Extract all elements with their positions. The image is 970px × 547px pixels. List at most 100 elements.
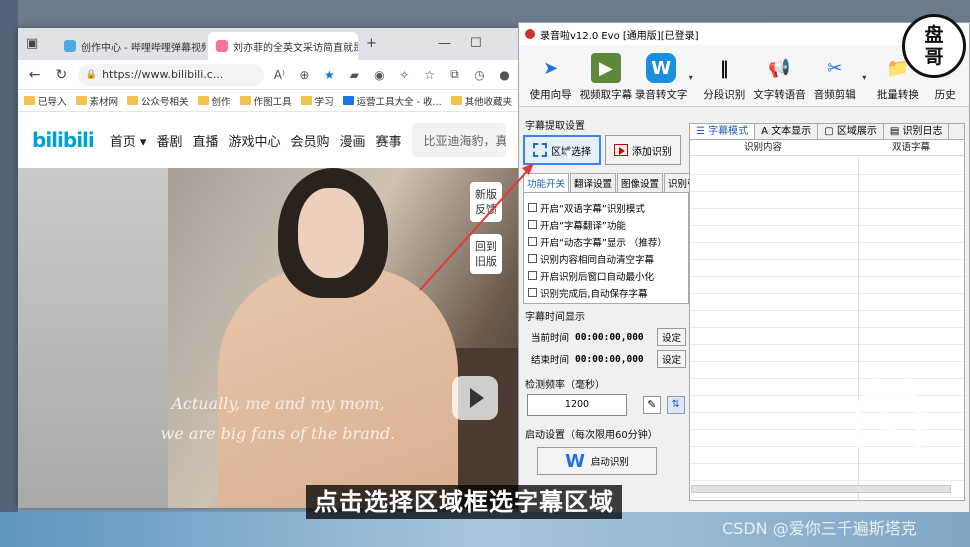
tab-creator-center[interactable]: 创作中心 - 哔哩哔哩弹幕视频网 ✕	[56, 32, 206, 60]
tab-image[interactable]: 图像设置	[617, 173, 664, 192]
play-icon	[613, 144, 628, 156]
frequency-input[interactable]: 1200	[527, 394, 627, 416]
bookmark-item[interactable]: 学习	[300, 94, 334, 108]
tool-wizard[interactable]: ➤ 使用向导	[523, 53, 578, 102]
bookmark-item[interactable]: 其他收藏夹	[450, 94, 512, 108]
new-version-feedback-button[interactable]: 新版 反馈	[470, 182, 502, 222]
globe-icon[interactable]: ◉	[370, 68, 389, 82]
current-time-row: 当前时间 00:00:00,000 设定	[523, 326, 689, 348]
option-checkbox[interactable]: 识别完成后,自动保存字幕	[528, 284, 684, 301]
nav-live[interactable]: 直播	[192, 131, 218, 150]
search-input[interactable]: 比亚迪海豹，真有网上吹	[411, 123, 506, 157]
nav-esports[interactable]: 赛事	[376, 131, 402, 150]
region-select-button[interactable]: 区域选择	[523, 135, 601, 165]
nav-game-center[interactable]: 游戏中心	[228, 131, 280, 150]
lock-icon: 🔒	[85, 69, 98, 80]
bookmark-item[interactable]: 素材网	[75, 94, 118, 108]
minimize-button[interactable]: —	[438, 36, 451, 51]
chevron-down-icon[interactable]: ▾	[862, 53, 870, 82]
nav-comics[interactable]: 漫画	[340, 131, 366, 150]
play-icon[interactable]	[452, 376, 498, 420]
result-table-body[interactable]	[690, 158, 964, 502]
selection-box-icon	[533, 143, 547, 157]
tool-segment-recognize[interactable]: ‖ 分段识别	[697, 53, 752, 102]
option-checkbox[interactable]: 开启“动态字幕”显示 （推荐）	[528, 233, 684, 250]
video-background	[18, 168, 168, 508]
folder-icon	[300, 96, 312, 105]
tab-translation[interactable]: 翻译设置	[570, 173, 617, 192]
tab-title: 刘亦菲的全英文采访简直就是一	[233, 42, 358, 54]
nav-shop[interactable]: 会员购	[291, 131, 330, 150]
result-panel: ☰ 字幕模式 A 文本显示 ▢ 区域展示 ▤ 识别日志 识别内容 双语字幕	[689, 123, 965, 502]
start-recognize-button[interactable]: W 启动识别	[537, 447, 657, 475]
edit-icon[interactable]: ✎	[642, 396, 661, 414]
tab-actions-icon[interactable]: ▣	[26, 36, 38, 51]
maximize-button[interactable]: ☐	[470, 36, 482, 51]
bilibili-logo[interactable]: bilibili	[32, 128, 95, 152]
collections-icon[interactable]: ☆	[420, 68, 439, 82]
set-button[interactable]: 设定	[657, 328, 687, 346]
history-icon[interactable]: ◷	[470, 68, 489, 82]
add-recognize-button[interactable]: 添加识别	[604, 135, 681, 165]
checkbox[interactable]	[528, 271, 537, 280]
w-logo-icon: W	[565, 450, 585, 472]
read-aloud-icon[interactable]: A⁾	[270, 68, 289, 82]
zoom-icon[interactable]: ⊕	[295, 68, 314, 82]
group-label: 字幕时间显示	[525, 312, 585, 323]
tool-audio-to-text[interactable]: W 录音转文字	[634, 53, 689, 102]
chevron-down-icon[interactable]: ▾	[689, 53, 697, 82]
option-checkbox[interactable]: 开启“双语字幕”识别模式	[528, 199, 684, 216]
result-tabs: ☰ 字幕模式 A 文本显示 ▢ 区域展示 ▤ 识别日志	[690, 124, 964, 140]
checkbox[interactable]	[528, 254, 537, 263]
tab-recognize-log[interactable]: ▤ 识别日志	[884, 124, 950, 139]
back-icon[interactable]: ←	[24, 67, 45, 83]
bookmark-item[interactable]: 已导入	[24, 94, 67, 108]
swap-icon[interactable]: ⇅	[666, 396, 685, 414]
url-input[interactable]: 🔒 https://www.bilibili.c...	[77, 63, 264, 86]
app-icon	[525, 29, 535, 39]
avatar[interactable]: ●	[495, 68, 514, 82]
back-to-old-version-button[interactable]: 回到 旧版	[470, 234, 502, 274]
copilot-icon[interactable]: ⧉	[445, 67, 464, 82]
puzzle-icon[interactable]: ✧	[395, 68, 414, 82]
video-player[interactable]: 新版 反馈 回到 旧版 Actually, me and my mom, we …	[18, 168, 520, 508]
tool-icon	[342, 96, 354, 105]
nav-anime[interactable]: 番剧	[156, 131, 182, 150]
bookmark-item[interactable]: 公众号相关	[127, 94, 189, 108]
bookmark-item[interactable]: 作图工具	[239, 94, 292, 108]
checkbox[interactable]	[528, 220, 537, 229]
set-button[interactable]: 设定	[657, 350, 687, 368]
scissors-icon: ✂	[827, 57, 843, 79]
tool-audio-edit[interactable]: ✂ 音频剪辑	[807, 53, 862, 102]
horizontal-scrollbar[interactable]	[691, 485, 951, 493]
bilibili-tv-logo-icon	[856, 392, 922, 456]
settings-tabs: 功能开关 翻译设置 图像设置 识别引擎	[523, 173, 711, 192]
option-checkbox[interactable]: 识别内容相同自动清空字幕	[528, 250, 684, 267]
new-tab-button[interactable]: +	[366, 36, 377, 51]
checkbox[interactable]	[528, 237, 537, 246]
folder-icon	[197, 96, 209, 105]
tab-subtitle-mode[interactable]: ☰ 字幕模式	[690, 124, 756, 139]
favorite-star-icon[interactable]: ★	[320, 68, 339, 82]
tab-function-switch[interactable]: 功能开关	[523, 173, 570, 192]
group-label: 字幕提取设置	[525, 121, 585, 132]
video-subtitle: Actually, me and my mom,	[171, 394, 385, 413]
checkbox[interactable]	[528, 203, 537, 212]
column-header: 识别内容	[744, 142, 783, 153]
current-time-value: 00:00:00,000	[575, 331, 644, 343]
checkbox[interactable]	[528, 288, 537, 297]
tab-video[interactable]: 刘亦菲的全英文采访简直就是一 ✕	[208, 32, 358, 60]
folder-icon	[24, 96, 35, 105]
bookmark-item[interactable]: 创作	[197, 94, 231, 108]
extension-icon[interactable]: ▰	[345, 68, 364, 82]
tab-text-display[interactable]: A 文本显示	[755, 124, 819, 139]
refresh-icon[interactable]: ↻	[51, 67, 72, 83]
tab-region-display[interactable]: ▢ 区域展示	[818, 124, 884, 139]
option-checkbox[interactable]: 开启识别后窗口自动最小化	[528, 267, 684, 284]
bookmark-item[interactable]: 运营工具大全 - 收...	[342, 94, 442, 108]
tool-text-to-speech[interactable]: 📢 文字转语音	[752, 53, 807, 102]
option-checkbox[interactable]: 开启“字幕翻译”功能	[528, 216, 684, 233]
end-time-value: 00:00:00,000	[575, 353, 644, 365]
nav-home[interactable]: 首页 ▾	[110, 131, 147, 150]
tool-video-subtitle[interactable]: ▶ 视频取字幕	[578, 53, 633, 102]
